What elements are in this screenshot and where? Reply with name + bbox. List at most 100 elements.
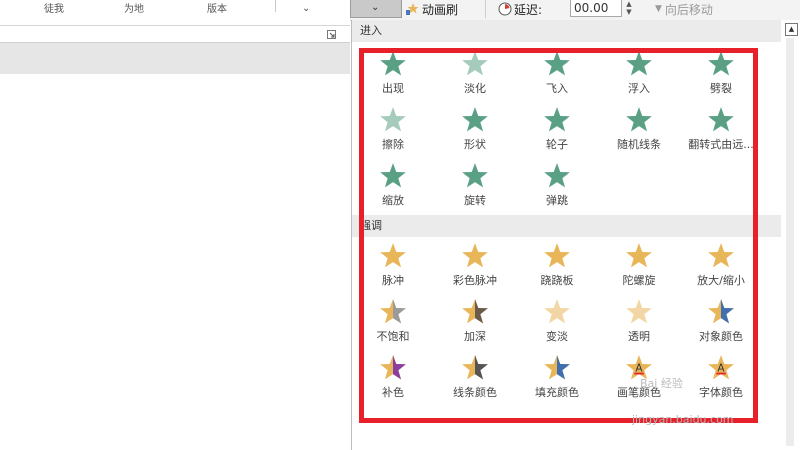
effect-label: 陀螺旋 — [622, 274, 656, 287]
emphasis-effect-item[interactable]: 跷跷板 — [517, 242, 597, 294]
emphasis-star-icon: A — [708, 355, 734, 380]
entrance-star-icon — [626, 51, 652, 76]
watermark-text: Bai 经验 — [640, 377, 683, 390]
emphasis-effect-item[interactable]: A 字体颜色 — [681, 354, 761, 406]
entrance-effect-item[interactable]: 淡化 — [435, 50, 515, 102]
effect-label: 彩色脉冲 — [453, 274, 497, 287]
ribbon-label-1[interactable]: 徒我 — [44, 0, 64, 15]
emphasis-effect-item[interactable]: 不饱和 — [353, 298, 433, 350]
delay-input[interactable]: 00.00 — [570, 0, 622, 17]
ribbon-collapse-chevron-icon[interactable]: ⌄ — [302, 3, 310, 14]
emphasis-effect-item[interactable]: 补色 — [353, 354, 433, 406]
emphasis-effect-item[interactable]: 对象颜色 — [681, 298, 761, 350]
watermark-url: jingyan.baidu.com — [632, 413, 734, 426]
animation-painter-icon — [406, 3, 419, 15]
ribbon-label-3[interactable]: 版本 — [207, 0, 227, 15]
entrance-star-icon — [544, 107, 570, 132]
effect-label: 浮入 — [628, 82, 650, 95]
animation-dropdown-button[interactable]: ⌄ — [350, 0, 402, 18]
effect-label: 淡化 — [464, 82, 486, 95]
entrance-effect-item[interactable]: 浮入 — [599, 50, 679, 102]
emphasis-effect-item[interactable]: 脉冲 — [353, 242, 433, 294]
emphasis-effect-item[interactable]: 变淡 — [517, 298, 597, 350]
entrance-star-icon — [380, 163, 406, 188]
effect-label: 线条颜色 — [453, 386, 497, 399]
delay-group: 延迟: — [498, 0, 542, 18]
effect-label: 劈裂 — [710, 82, 732, 95]
entrance-effect-item[interactable]: 缩放 — [353, 162, 433, 214]
scroll-up-arrow-icon[interactable]: ▲ — [785, 23, 798, 36]
ribbon-label-2[interactable]: 为地 — [124, 0, 144, 15]
entrance-star-icon — [380, 107, 406, 132]
emphasis-star-icon — [544, 243, 570, 268]
spin-down-icon[interactable]: ▼ — [622, 8, 636, 16]
emphasis-effect-item[interactable]: 填充颜色 — [517, 354, 597, 406]
entrance-effect-item[interactable]: 翻转式由远... — [681, 106, 761, 158]
gallery-scrollbar[interactable]: ▲ — [781, 20, 800, 450]
emphasis-star-icon — [380, 355, 406, 380]
entrance-section-header: 进入 — [352, 20, 782, 42]
emphasis-effect-item[interactable]: 线条颜色 — [435, 354, 515, 406]
emphasis-star-icon — [626, 299, 652, 324]
emphasis-star-icon — [626, 243, 652, 268]
dialog-launcher-icon[interactable] — [327, 28, 336, 42]
emphasis-star-icon — [462, 299, 488, 324]
entrance-effect-item[interactable]: 劈裂 — [681, 50, 761, 102]
effect-label: 字体颜色 — [699, 386, 743, 399]
emphasis-star-icon — [708, 299, 734, 324]
animation-painter-button[interactable]: 动画刷 — [405, 0, 458, 18]
entrance-effect-item[interactable]: 擦除 — [353, 106, 433, 158]
entrance-star-icon — [380, 51, 406, 76]
effect-label: 形状 — [464, 138, 486, 151]
slide-tabs-band — [0, 42, 350, 75]
ribbon-panel: 徒我 为地 版本 ⌄ — [0, 0, 350, 26]
spin-up-icon[interactable]: ▲ — [622, 0, 636, 8]
effect-label: 不饱和 — [376, 330, 410, 343]
emphasis-star-icon — [380, 299, 406, 324]
emphasis-star-icon — [462, 355, 488, 380]
effect-label: 旋转 — [464, 194, 486, 207]
entrance-star-icon — [544, 51, 570, 76]
effect-label: 跷跷板 — [540, 274, 574, 287]
delay-clock-icon — [498, 2, 512, 16]
delay-spinner[interactable]: ▲ ▼ — [622, 0, 636, 17]
emphasis-star-icon — [462, 243, 488, 268]
emphasis-star-icon — [380, 243, 406, 268]
entrance-effect-item[interactable]: 随机线条 — [599, 106, 679, 158]
effect-label: 飞入 — [546, 82, 568, 95]
emphasis-effect-item[interactable]: 放大/缩小 — [681, 242, 761, 294]
emphasis-effect-item[interactable]: 透明 — [599, 298, 679, 350]
entrance-star-icon — [626, 107, 652, 132]
effect-label: 对象颜色 — [699, 330, 743, 343]
effect-label: 加深 — [464, 330, 486, 343]
effect-label: 脉冲 — [382, 274, 404, 287]
emphasis-effect-item[interactable]: 彩色脉冲 — [435, 242, 515, 294]
move-later-arrow-icon: ▼ — [655, 4, 662, 14]
dropdown-caret-icon: ⌄ — [371, 2, 380, 13]
animation-gallery: 进入 出现 淡化 飞入 浮入 劈裂 擦除 形状 轮子 随机线条 翻转式由远... 缩放 旋转 弹跳 强调… — [351, 20, 782, 450]
entrance-effect-item[interactable]: 弹跳 — [517, 162, 597, 214]
entrance-effect-item[interactable]: 出现 — [353, 50, 433, 102]
emphasis-effect-item[interactable]: 陀螺旋 — [599, 242, 679, 294]
entrance-star-icon — [708, 51, 734, 76]
effect-label: 填充颜色 — [535, 386, 579, 399]
entrance-effect-item[interactable]: 轮子 — [517, 106, 597, 158]
effect-label: 弹跳 — [546, 194, 568, 207]
emphasis-effect-item[interactable]: 加深 — [435, 298, 515, 350]
effect-label: 缩放 — [382, 194, 404, 207]
scroll-track[interactable] — [786, 38, 794, 446]
entrance-star-icon — [544, 163, 570, 188]
entrance-star-icon — [462, 107, 488, 132]
entrance-star-icon — [462, 163, 488, 188]
move-later-button[interactable]: ▼ 向后移动 — [655, 0, 713, 18]
entrance-effect-item[interactable]: 形状 — [435, 106, 515, 158]
effect-label: 轮子 — [546, 138, 568, 151]
entrance-effect-item[interactable]: 旋转 — [435, 162, 515, 214]
effect-label: 随机线条 — [617, 138, 661, 151]
effect-label: 补色 — [382, 386, 404, 399]
slide-canvas[interactable] — [0, 74, 350, 450]
entrance-star-icon — [708, 107, 734, 132]
effect-label: 变淡 — [546, 330, 568, 343]
entrance-star-icon — [462, 51, 488, 76]
entrance-effect-item[interactable]: 飞入 — [517, 50, 597, 102]
